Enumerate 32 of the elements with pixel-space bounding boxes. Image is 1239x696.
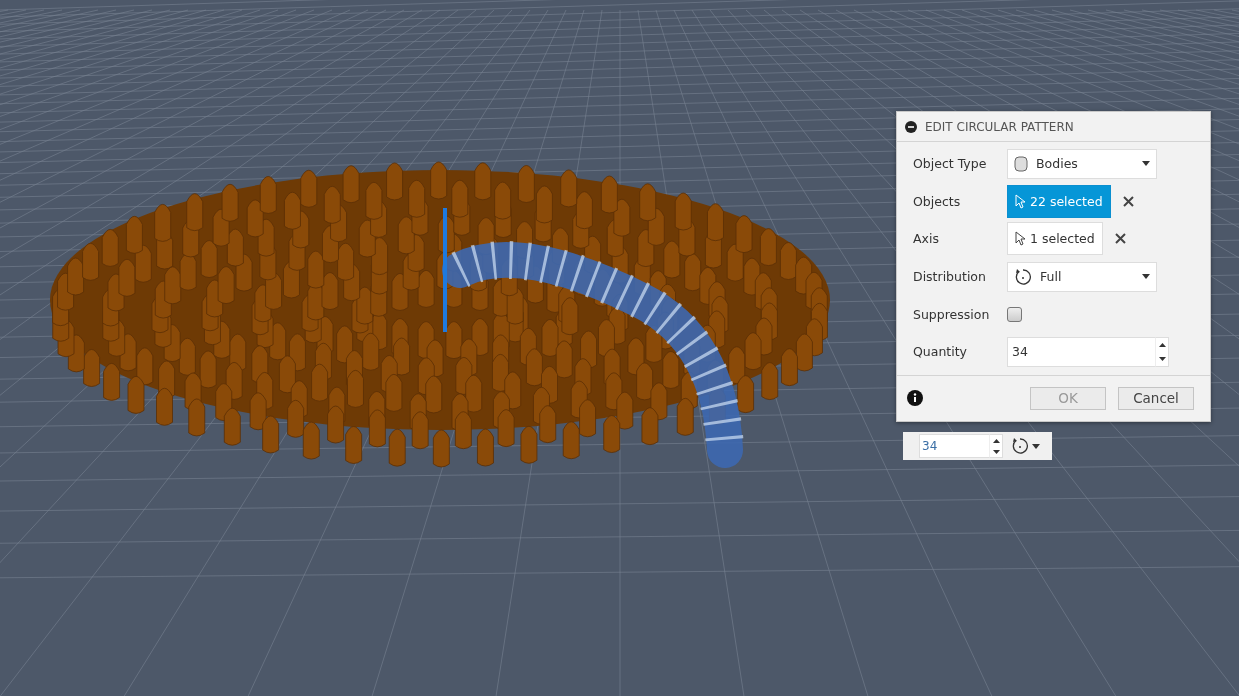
cylinder-icon (1014, 155, 1028, 172)
dropdown[interactable]: Full (1007, 261, 1157, 292)
close-icon (1122, 195, 1134, 207)
quantity-field[interactable]: 34 (1007, 336, 1155, 367)
close-icon (1114, 233, 1126, 245)
field-label: Quantity (913, 344, 969, 360)
cursor-icon (1015, 193, 1025, 209)
selection-button[interactable]: 1 selected (1007, 222, 1103, 256)
caret-icon (1142, 161, 1150, 167)
quantity-field[interactable]: 34 (919, 434, 989, 458)
rotate-icon (1011, 437, 1029, 455)
caret-icon (1032, 443, 1040, 449)
spin-down-icon[interactable] (1158, 356, 1166, 361)
clear-button[interactable] (1114, 233, 1126, 245)
clear-button[interactable] (1122, 195, 1134, 207)
field-label: Objects (913, 193, 962, 209)
rotate-icon (1014, 267, 1032, 286)
spin-down-icon[interactable] (992, 449, 1000, 454)
dropdown[interactable]: Bodies (1007, 148, 1157, 179)
checkbox[interactable] (1007, 306, 1022, 322)
cancel-button[interactable]: Cancel (1118, 386, 1194, 410)
collapse-icon[interactable] (905, 120, 917, 133)
info-icon[interactable] (907, 390, 923, 407)
field-label: Suppression (913, 306, 991, 322)
field-label: Distribution (913, 269, 987, 285)
caret-icon (1142, 274, 1150, 280)
cursor-icon (1015, 231, 1025, 247)
dialog-title: EDIT CIRCULAR PATTERN (925, 119, 1074, 134)
spin-up-icon[interactable] (992, 438, 1000, 443)
spin-up-icon[interactable] (1158, 342, 1166, 347)
field-label: Axis (913, 231, 940, 247)
field-label: Object Type (913, 156, 988, 172)
